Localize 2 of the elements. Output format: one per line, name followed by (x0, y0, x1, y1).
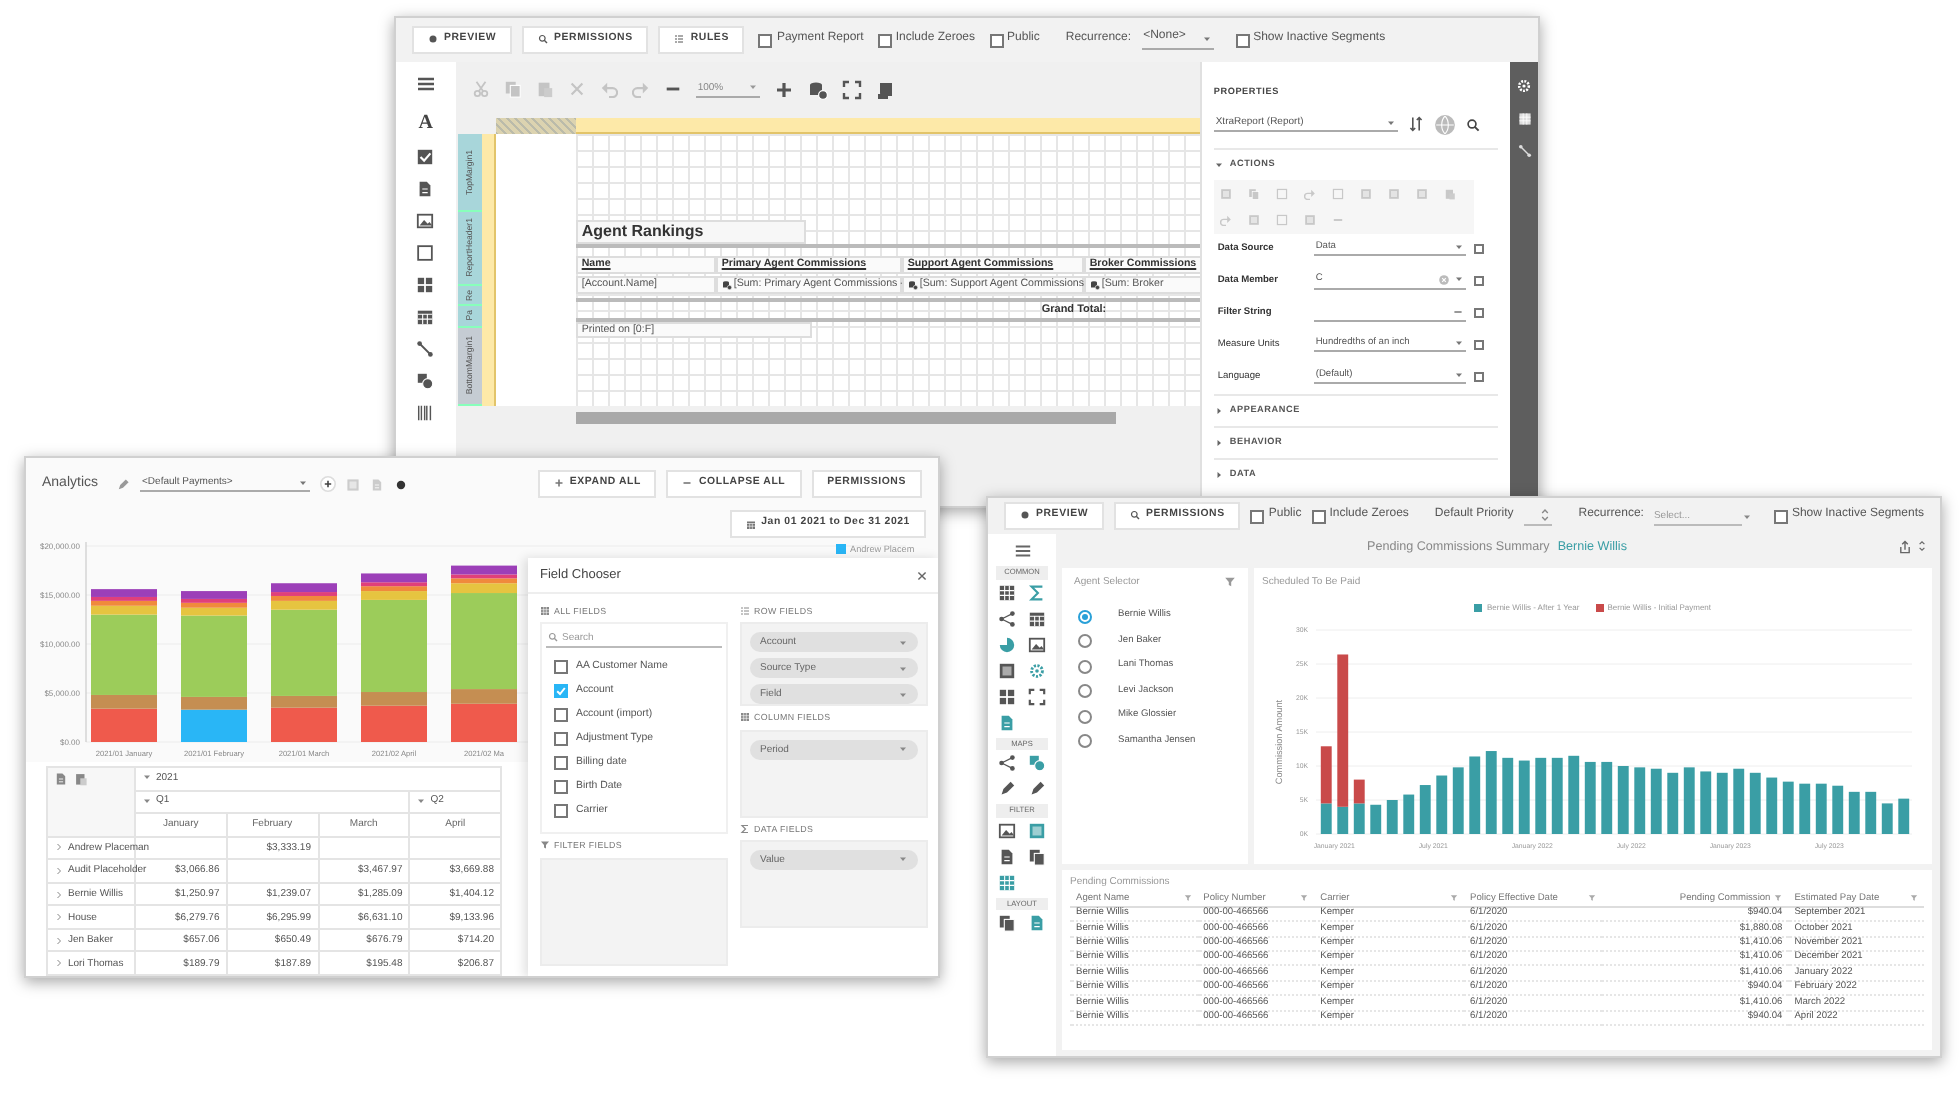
report-title[interactable]: Agent Rankings (575, 220, 806, 244)
text-tool[interactable]: A (418, 114, 434, 134)
